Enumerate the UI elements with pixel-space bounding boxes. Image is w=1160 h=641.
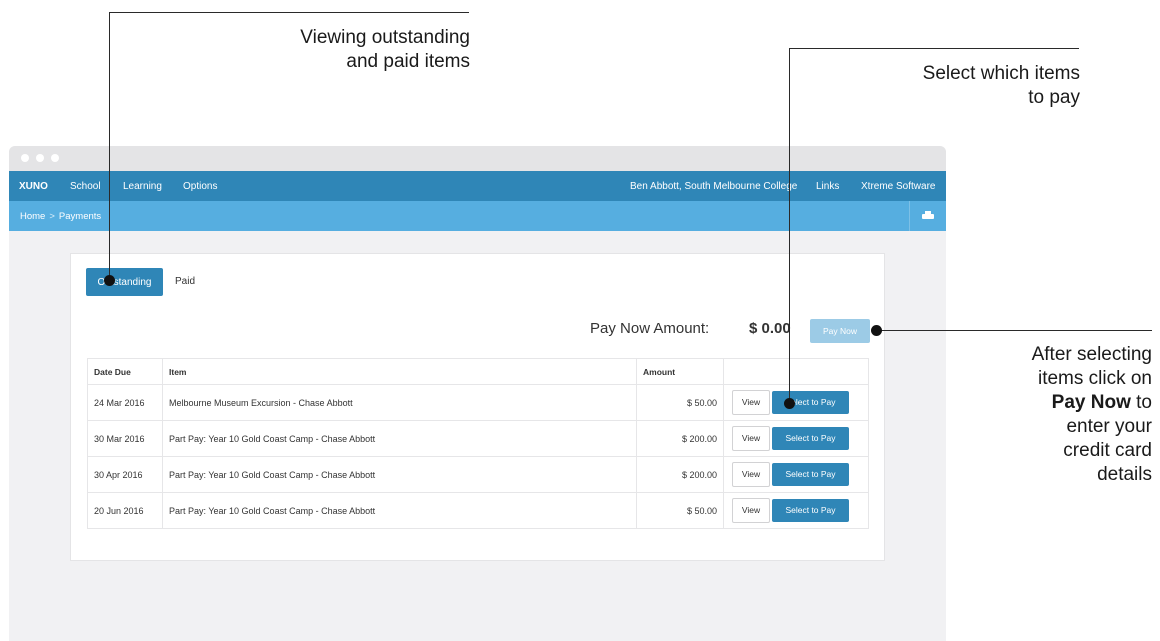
cell-actions: View Select to Pay: [723, 456, 869, 493]
cell-actions: View Select to Pay: [723, 492, 869, 529]
callout-line-viewing-horizontal: [109, 12, 469, 13]
column-header-item: Item: [162, 358, 637, 385]
cell-amount: $ 200.00: [636, 420, 724, 457]
cell-actions: View Select to Pay: [723, 384, 869, 421]
cell-amount: $ 50.00: [636, 384, 724, 421]
cell-date-due: 30 Mar 2016: [87, 420, 163, 457]
payments-panel: Outstanding Paid Pay Now Amount: $ 0.00 …: [70, 253, 885, 561]
window-close-dot[interactable]: [21, 154, 29, 162]
cell-item: Part Pay: Year 10 Gold Coast Camp - Chas…: [162, 492, 637, 529]
pay-now-amount-label: Pay Now Amount:: [590, 320, 710, 337]
top-navbar: XUNO School Learning Options Ben Abbott,…: [9, 171, 946, 201]
cell-date-due: 20 Jun 2016: [87, 492, 163, 529]
cell-amount: $ 50.00: [636, 492, 724, 529]
view-button[interactable]: View: [732, 498, 770, 523]
nav-company[interactable]: Xtreme Software: [861, 181, 935, 192]
annotation-after-line6: details: [1097, 464, 1152, 485]
breadcrumb-separator: >: [49, 211, 55, 222]
window-minimize-dot[interactable]: [36, 154, 44, 162]
annotation-after: After selecting items click on Pay Now t…: [960, 343, 1152, 487]
callout-pointer-pay-now: [871, 325, 882, 336]
browser-window: XUNO School Learning Options Ben Abbott,…: [9, 146, 946, 641]
breadcrumb: Home > Payments: [20, 211, 101, 222]
brand-logo[interactable]: XUNO: [19, 181, 48, 192]
callout-line-viewing-vertical: [109, 12, 110, 280]
tab-outstanding[interactable]: Outstanding: [86, 268, 163, 296]
annotation-after-pay-now: Pay Now: [1051, 392, 1131, 413]
callout-line-select-vertical: [789, 48, 790, 403]
annotation-select-line1: Select which items: [922, 63, 1080, 84]
table-row: 30 Apr 2016 Part Pay: Year 10 Gold Coast…: [87, 456, 869, 493]
callout-line-paynow-horizontal: [876, 330, 1152, 331]
annotation-after-line3: Pay Now to: [960, 391, 1152, 415]
callout-line-select-horizontal: [789, 48, 1079, 49]
cell-item: Melbourne Museum Excursion - Chase Abbot…: [162, 384, 637, 421]
annotation-viewing-line1: Viewing outstanding: [300, 27, 470, 48]
cell-date-due: 30 Apr 2016: [87, 456, 163, 493]
annotation-after-line3-rest: to: [1130, 392, 1152, 413]
pay-now-button[interactable]: Pay Now: [810, 319, 870, 343]
pay-now-amount-value: $ 0.00: [749, 320, 791, 337]
print-icon: [922, 211, 934, 219]
nav-item-school[interactable]: School: [70, 181, 101, 192]
cell-item: Part Pay: Year 10 Gold Coast Camp - Chas…: [162, 420, 637, 457]
table-header-row: Date Due Item Amount: [87, 358, 869, 385]
callout-pointer-select-to-pay: [784, 398, 795, 409]
payments-table: Date Due Item Amount 24 Mar 2016 Melbour…: [87, 358, 869, 529]
select-to-pay-button[interactable]: Select to Pay: [772, 427, 849, 450]
print-button[interactable]: [909, 201, 946, 231]
column-header-amount: Amount: [636, 358, 724, 385]
view-button[interactable]: View: [732, 462, 770, 487]
main-content: Outstanding Paid Pay Now Amount: $ 0.00 …: [9, 231, 946, 641]
cell-item: Part Pay: Year 10 Gold Coast Camp - Chas…: [162, 456, 637, 493]
nav-item-links[interactable]: Links: [816, 181, 839, 192]
table-row: 20 Jun 2016 Part Pay: Year 10 Gold Coast…: [87, 492, 869, 529]
tab-paid[interactable]: Paid: [175, 276, 195, 287]
select-to-pay-button[interactable]: Select to Pay: [772, 499, 849, 522]
annotation-after-line2: items click on: [1037, 368, 1152, 389]
table-row: 24 Mar 2016 Melbourne Museum Excursion -…: [87, 384, 869, 421]
annotation-after-line4: enter your: [1066, 416, 1152, 437]
column-header-actions: [723, 358, 869, 385]
annotation-viewing-line2: and paid items: [346, 51, 470, 72]
annotation-select-line2: to pay: [1028, 87, 1080, 108]
breadcrumb-bar: Home > Payments: [9, 201, 946, 231]
view-button[interactable]: View: [732, 390, 770, 415]
annotation-viewing: Viewing outstanding and paid items: [238, 26, 470, 74]
nav-user-name[interactable]: Ben Abbott, South Melbourne College: [630, 181, 797, 192]
annotation-after-line5: credit card: [1063, 440, 1152, 461]
cell-amount: $ 200.00: [636, 456, 724, 493]
callout-pointer-outstanding: [104, 275, 115, 286]
cell-date-due: 24 Mar 2016: [87, 384, 163, 421]
window-titlebar: [9, 146, 946, 171]
window-zoom-dot[interactable]: [51, 154, 59, 162]
select-to-pay-button[interactable]: Select to Pay: [772, 463, 849, 486]
annotation-select: Select which items to pay: [860, 62, 1080, 110]
nav-item-options[interactable]: Options: [183, 181, 217, 192]
breadcrumb-home[interactable]: Home: [20, 211, 45, 222]
breadcrumb-current: Payments: [58, 211, 102, 222]
annotation-after-line1: After selecting: [1031, 344, 1152, 365]
column-header-date-due: Date Due: [87, 358, 163, 385]
cell-actions: View Select to Pay: [723, 420, 869, 457]
nav-item-learning[interactable]: Learning: [123, 181, 162, 192]
view-button[interactable]: View: [732, 426, 770, 451]
table-row: 30 Mar 2016 Part Pay: Year 10 Gold Coast…: [87, 420, 869, 457]
